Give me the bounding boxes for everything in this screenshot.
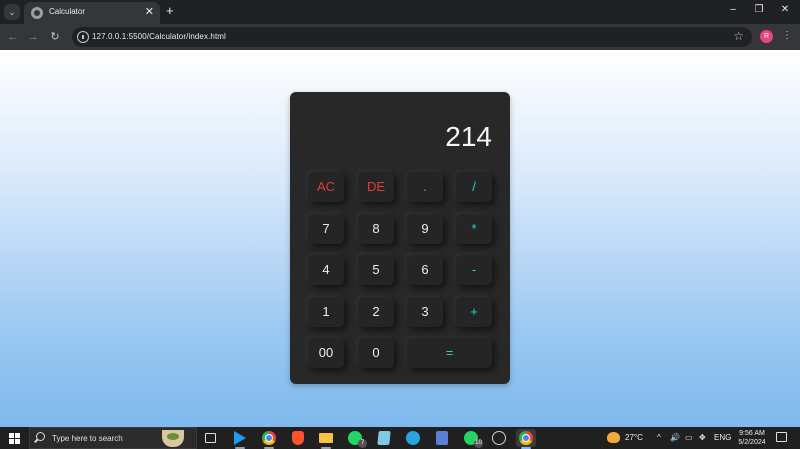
back-arrow-icon[interactable]: ← (5, 29, 21, 45)
circle-app-icon (492, 431, 506, 445)
reload-icon[interactable]: ↻ (47, 29, 63, 45)
eight-button[interactable]: 8 (358, 214, 394, 244)
windows-start-icon[interactable] (9, 433, 20, 444)
nine-button[interactable]: 9 (407, 214, 443, 244)
network-icon[interactable]: ✥ (699, 433, 706, 443)
double-zero-button[interactable]: 00 (308, 338, 344, 368)
calculator-icon (436, 431, 448, 445)
browser-toolbar: ← → ↻ 127.0.0.1:5500/Calculator/index.ht… (0, 24, 800, 50)
language-indicator[interactable]: ENG (714, 433, 731, 443)
taskbar: Type here to search 7 10 27°C ^ 🔊 ▭ ✥ EN… (0, 427, 800, 449)
tab-calculator[interactable]: Calculator ✕ (24, 2, 160, 24)
browser-tab-strip: ⌄ Calculator ✕ + – ❐ ✕ (0, 0, 800, 24)
zero-button[interactable]: 0 (358, 338, 394, 368)
taskbar-vscode[interactable] (230, 429, 250, 449)
taskbar-app-circle[interactable] (489, 429, 509, 447)
tab-close-icon[interactable]: ✕ (145, 5, 154, 19)
taskbar-notepad[interactable] (374, 429, 394, 447)
search-placeholder: Type here to search (52, 434, 123, 443)
browser-menu-icon[interactable]: ⋮ (782, 29, 792, 43)
forward-arrow-icon[interactable]: → (25, 29, 41, 45)
telegram-icon (406, 431, 420, 445)
close-window-button[interactable]: ✕ (778, 4, 792, 16)
folder-icon (319, 433, 333, 443)
chrome-icon (262, 431, 276, 445)
url-text[interactable]: 127.0.0.1:5500/Calculator/index.html (92, 32, 226, 41)
address-bar[interactable]: 127.0.0.1:5500/Calculator/index.html ☆ (72, 27, 752, 47)
taskbar-calculator[interactable] (432, 429, 452, 447)
vscode-icon (234, 431, 246, 445)
brave-icon (292, 431, 304, 445)
whatsapp-badge: 7 (358, 439, 367, 448)
clock-time: 9:56 AM (739, 430, 765, 437)
weather-temperature[interactable]: 27°C (625, 433, 643, 442)
notifications-icon[interactable] (776, 432, 787, 442)
calculator: 214 AC DE . / 7 8 9 * 4 5 6 - 1 2 3 + 00… (290, 92, 510, 384)
plus-button[interactable]: + (456, 297, 492, 327)
battery-icon[interactable]: ▭ (685, 433, 693, 443)
bookmark-star-icon[interactable]: ☆ (733, 29, 744, 43)
seven-button[interactable]: 7 (308, 214, 344, 244)
taskbar-chrome[interactable] (259, 429, 279, 449)
page-viewport: 214 AC DE . / 7 8 9 * 4 5 6 - 1 2 3 + 00… (0, 50, 800, 427)
globe-icon (31, 7, 43, 19)
restore-button[interactable]: ❐ (752, 4, 766, 16)
five-button[interactable]: 5 (358, 255, 394, 285)
clock-date: 5/2/2024 (738, 439, 766, 446)
new-tab-button[interactable]: + (166, 4, 174, 18)
taskbar-telegram[interactable] (403, 429, 423, 447)
minimize-button[interactable]: – (726, 4, 740, 16)
taskbar-brave[interactable] (288, 429, 308, 447)
six-button[interactable]: 6 (407, 255, 443, 285)
divide-button[interactable]: / (456, 172, 492, 202)
notepad-icon (377, 431, 391, 445)
clock[interactable]: 9:56 AM 5/2/2024 (733, 429, 771, 447)
two-button[interactable]: 2 (358, 297, 394, 327)
search-highlight-icon[interactable] (162, 430, 184, 447)
site-info-icon[interactable] (77, 31, 89, 43)
task-view-button[interactable] (201, 429, 221, 447)
taskbar-whatsapp-2[interactable]: 10 (461, 429, 483, 448)
three-button[interactable]: 3 (407, 297, 443, 327)
tab-title: Calculator (49, 7, 86, 16)
delete-button[interactable]: DE (358, 172, 394, 202)
tray-chevron-up-icon[interactable]: ^ (657, 433, 661, 443)
calculator-display: 214 (445, 121, 492, 152)
task-view-icon (205, 433, 216, 443)
equals-button[interactable]: = (407, 338, 492, 368)
taskbar-file-explorer[interactable] (316, 429, 336, 449)
taskbar-search-input[interactable]: Type here to search (29, 427, 197, 449)
chrome-icon (519, 431, 533, 445)
speaker-icon[interactable]: 🔊 (670, 433, 680, 443)
minus-button[interactable]: - (456, 255, 492, 285)
four-button[interactable]: 4 (308, 255, 344, 285)
decimal-button[interactable]: . (407, 172, 443, 202)
multiply-button[interactable]: * (456, 214, 492, 244)
taskbar-chrome-active[interactable] (516, 429, 536, 449)
profile-avatar[interactable]: R (760, 30, 773, 43)
taskbar-whatsapp[interactable]: 7 (345, 429, 367, 448)
search-icon (36, 432, 45, 441)
all-clear-button[interactable]: AC (308, 172, 344, 202)
weather-icon[interactable] (607, 432, 620, 443)
tab-search-chevron-icon[interactable]: ⌄ (4, 4, 20, 20)
whatsapp-badge-2: 10 (474, 439, 483, 448)
one-button[interactable]: 1 (308, 297, 344, 327)
